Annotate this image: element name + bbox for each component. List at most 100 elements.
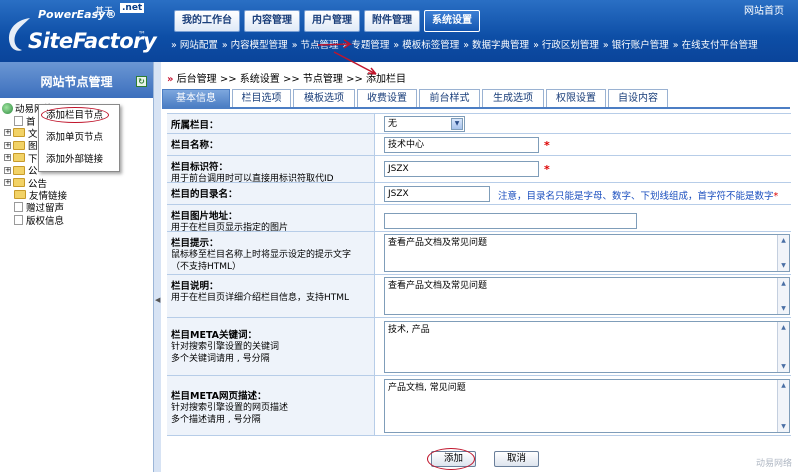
directory-input[interactable]: JSZX bbox=[384, 186, 490, 202]
required-mark: * bbox=[544, 163, 550, 176]
name-label: 栏目名称： bbox=[171, 140, 219, 151]
keywords-label: 栏目META关键词： bbox=[171, 330, 258, 341]
tab-permissions[interactable]: 权限设置 bbox=[546, 89, 606, 107]
subnav-site-config[interactable]: » 网站配置 bbox=[171, 37, 222, 51]
scroll-down-icon[interactable]: ▼ bbox=[779, 362, 788, 371]
collapse-arrow-icon[interactable]: ◀ bbox=[155, 296, 160, 304]
tree-item[interactable]: + 公告 bbox=[0, 176, 154, 190]
metadesc-label: 栏目META网页描述： bbox=[171, 391, 267, 402]
page-icon bbox=[14, 202, 23, 213]
tip-label: 栏目提示： bbox=[171, 238, 219, 249]
main-content: » 后台管理 >> 系统设置 >> 节点管理 >> 添加栏目 基本信息 栏目选项… bbox=[161, 62, 798, 472]
folder-icon bbox=[13, 153, 25, 163]
label-cell: 栏目META网页描述： 针对搜索引擎设置的网页描述 多个描述请用 , 号分隔 bbox=[167, 376, 375, 435]
refresh-icon[interactable]: ↻ bbox=[136, 76, 147, 87]
description-text: 查看产品文档及常见问题 bbox=[388, 281, 488, 291]
scroll-down-icon[interactable]: ▼ bbox=[779, 422, 788, 431]
nav-tab-workbench[interactable]: 我的工作台 bbox=[174, 10, 240, 32]
meta-keywords-textarea[interactable]: 技术, 产品 ▲ ▼ bbox=[384, 321, 790, 373]
identifier-input[interactable]: JSZX bbox=[384, 161, 539, 177]
brand-sitefactory: SiteFactory bbox=[28, 29, 157, 53]
nav-tab-content[interactable]: 内容管理 bbox=[244, 10, 300, 32]
label-cell: 所属栏目： bbox=[167, 114, 375, 133]
parent-select-value: 无 bbox=[388, 119, 398, 129]
row-parent: 所属栏目： 无 ▼ bbox=[167, 114, 791, 134]
subnav-payment[interactable]: » 在线支付平台管理 bbox=[673, 37, 762, 51]
row-meta-description: 栏目META网页描述： 针对搜索引擎设置的网页描述 多个描述请用 , 号分隔 产… bbox=[167, 376, 791, 436]
label-cell: 栏目的目录名： bbox=[167, 183, 375, 204]
tab-custom-content[interactable]: 自设内容 bbox=[608, 89, 668, 107]
scrollbar[interactable]: ▲ ▼ bbox=[777, 322, 789, 372]
nav-tab-attachments[interactable]: 附件管理 bbox=[364, 10, 420, 32]
highlight-ellipse bbox=[427, 448, 475, 470]
subnav-node[interactable]: » 节点管理 bbox=[292, 37, 343, 51]
page-icon bbox=[14, 214, 23, 225]
row-identifier: 栏目标识符： 用于前台调用时可以直接用标识符取代ID JSZX * bbox=[167, 156, 791, 184]
scroll-up-icon[interactable]: ▲ bbox=[779, 279, 788, 288]
subnav-dictionary[interactable]: » 数据字典管理 bbox=[463, 37, 533, 51]
tree-item[interactable]: 版权信息 bbox=[0, 214, 154, 227]
tree-item[interactable]: 赠过留声 bbox=[0, 201, 154, 214]
expand-icon[interactable]: + bbox=[4, 141, 11, 149]
scroll-down-icon[interactable]: ▼ bbox=[779, 304, 788, 313]
top-header: 基于 .net PowerEasy® SiteFactory ™ 网站首页 我的… bbox=[0, 0, 798, 62]
panel-splitter[interactable]: ◀ bbox=[154, 62, 161, 472]
label-cell: 栏目标识符： 用于前台调用时可以直接用标识符取代ID bbox=[167, 156, 375, 184]
ctx-add-external-link[interactable]: 添加外部链接 bbox=[39, 149, 119, 171]
tab-template-options[interactable]: 模板选项 bbox=[293, 89, 355, 107]
cancel-button[interactable]: 取消 bbox=[494, 451, 540, 467]
label-cell: 栏目名称： bbox=[167, 134, 375, 155]
tree-label: 版权信息 bbox=[26, 215, 65, 227]
subnav-special[interactable]: » 专题管理 bbox=[343, 37, 394, 51]
scrollbar[interactable]: ▲ ▼ bbox=[777, 278, 789, 314]
tab-fee-settings[interactable]: 收费设置 bbox=[357, 89, 417, 107]
required-mark: * bbox=[544, 139, 550, 152]
row-tip: 栏目提示： 鼠标移至栏目名称上时将显示设定的提示文字 （不支持HTML） 查看产… bbox=[167, 232, 791, 275]
tab-basic-info[interactable]: 基本信息 bbox=[162, 89, 230, 107]
tab-column-options[interactable]: 栏目选项 bbox=[232, 89, 291, 107]
image-url-input[interactable] bbox=[384, 213, 637, 229]
brand-powereasy: PowerEasy® bbox=[38, 8, 117, 21]
tab-bar: 基本信息 栏目选项 模板选项 收费设置 前台样式 生成选项 权限设置 自设内容 bbox=[162, 89, 668, 107]
nav-tab-users[interactable]: 用户管理 bbox=[304, 10, 360, 32]
tab-front-style[interactable]: 前台样式 bbox=[419, 89, 480, 107]
scroll-up-icon[interactable]: ▲ bbox=[779, 236, 788, 245]
expand-icon[interactable]: + bbox=[4, 154, 11, 162]
tree-item[interactable]: 友情链接 bbox=[0, 189, 154, 202]
site-home-link[interactable]: 网站首页 bbox=[744, 2, 784, 17]
label-cell: 栏目提示： 鼠标移至栏目名称上时将显示设定的提示文字 （不支持HTML） bbox=[167, 232, 375, 274]
directory-label: 栏目的目录名： bbox=[171, 189, 238, 200]
ctx-add-single-page-node[interactable]: 添加单页节点 bbox=[39, 127, 119, 149]
column-name-input[interactable]: 技术中心 bbox=[384, 137, 539, 153]
expand-icon[interactable]: + bbox=[4, 179, 11, 187]
subnav-model[interactable]: » 内容模型管理 bbox=[222, 37, 292, 51]
parent-select[interactable]: 无 ▼ bbox=[384, 116, 465, 132]
tip-help: 鼠标移至栏目名称上时将显示设定的提示文字 bbox=[171, 250, 352, 260]
keywords-text: 技术, 产品 bbox=[388, 325, 430, 335]
folder-icon bbox=[13, 128, 25, 138]
row-image: 栏目图片地址： 用于在栏目页显示指定的图片 bbox=[167, 205, 791, 233]
expand-icon[interactable]: + bbox=[4, 129, 11, 137]
scroll-down-icon[interactable]: ▼ bbox=[779, 261, 788, 270]
subnav-bank[interactable]: » 银行账户管理 bbox=[603, 37, 673, 51]
expand-icon[interactable]: + bbox=[4, 166, 11, 174]
tab-generate-options[interactable]: 生成选项 bbox=[482, 89, 544, 107]
folder-icon bbox=[13, 165, 25, 175]
nav-tab-system-settings[interactable]: 系统设置 bbox=[424, 10, 480, 32]
scroll-up-icon[interactable]: ▲ bbox=[779, 381, 788, 390]
subnav-region[interactable]: » 行政区划管理 bbox=[533, 37, 603, 51]
scrollbar[interactable]: ▲ ▼ bbox=[777, 235, 789, 271]
footer-brand: 动易网络 bbox=[755, 459, 792, 469]
subnav-template[interactable]: » 模板标签管理 bbox=[393, 37, 463, 51]
main-nav: 我的工作台 内容管理 用户管理 附件管理 系统设置 bbox=[174, 10, 480, 32]
identifier-label: 栏目标识符： bbox=[171, 162, 229, 173]
scroll-up-icon[interactable]: ▲ bbox=[779, 323, 788, 332]
page-icon bbox=[14, 115, 23, 126]
description-textarea[interactable]: 查看产品文档及常见问题 ▲ ▼ bbox=[384, 277, 790, 315]
logo: 基于 .net PowerEasy® SiteFactory ™ bbox=[0, 0, 160, 62]
meta-description-textarea[interactable]: 产品文档, 常见问题 ▲ ▼ bbox=[384, 379, 790, 433]
tip-textarea[interactable]: 查看产品文档及常见问题 ▲ ▼ bbox=[384, 234, 790, 272]
scrollbar[interactable]: ▲ ▼ bbox=[777, 380, 789, 432]
trademark: ™ bbox=[138, 30, 146, 39]
description-label: 栏目说明： bbox=[171, 281, 219, 292]
